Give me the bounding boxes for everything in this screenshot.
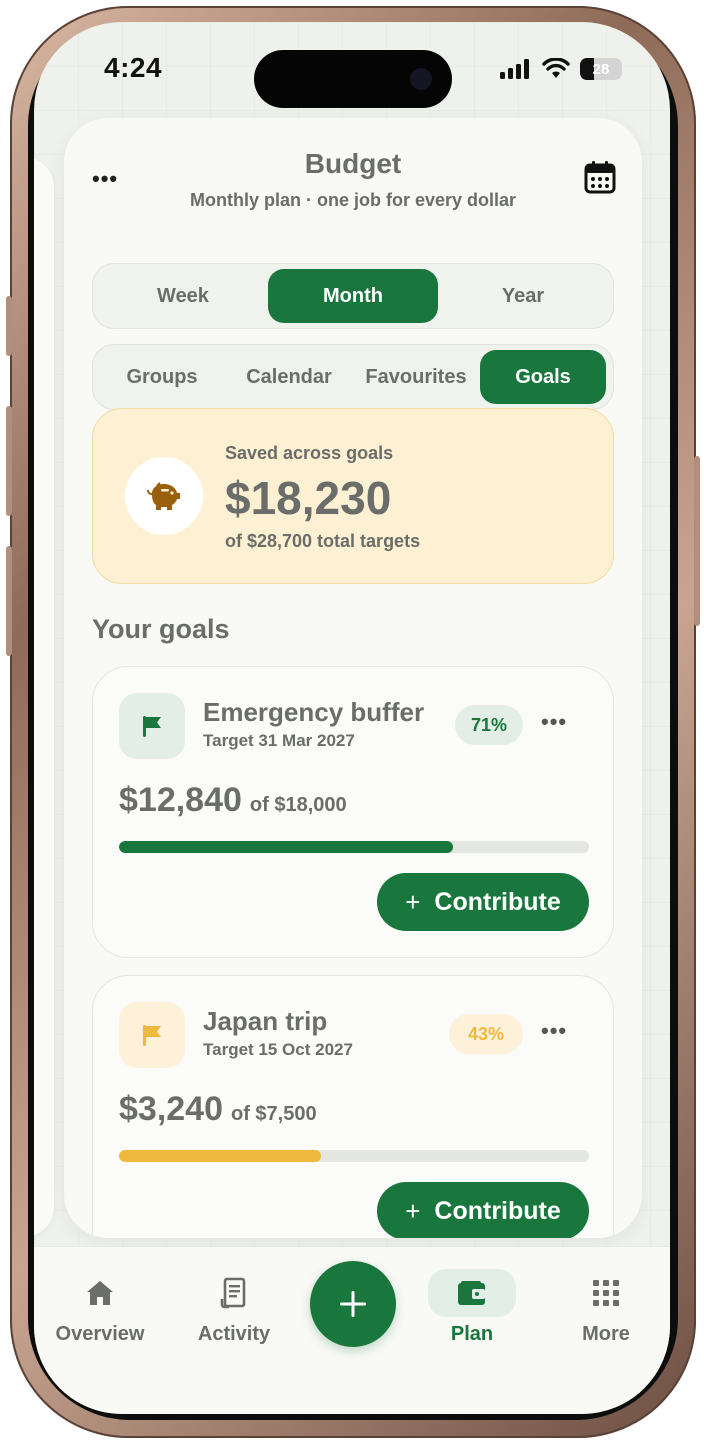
home-icon [56,1269,144,1317]
tab-calendar[interactable]: Calendar [226,350,352,404]
previous-sheet-edge [34,157,54,1237]
tab-groups[interactable]: Groups [98,350,226,404]
tab-more[interactable]: More [546,1269,666,1346]
goal-name: Emergency buffer [203,697,425,727]
screen: 4:24 28 ••• Budget Monthly plan · one jo… [34,22,670,1414]
signal-icon [500,59,529,79]
plus-icon [340,1291,366,1317]
flag-icon [119,1002,185,1068]
tab-week[interactable]: Week [98,269,268,323]
summary-amount: $18,230 [225,472,392,524]
summary-label: Saved across goals [225,443,394,463]
volume-up-button [6,406,12,516]
tab-label: More [582,1323,630,1345]
wallet-icon [428,1269,516,1317]
goal-target-date: Target 15 Oct 2027 [203,1040,353,1059]
contribute-button[interactable]: + Contribute [377,1182,589,1238]
goal-menu-icon[interactable]: ••• [541,1018,567,1044]
add-transaction-button[interactable] [310,1261,396,1347]
section-title: Your goals [92,614,230,644]
camera-icon [410,68,432,90]
goal-saved-amount: $12,840 [119,781,242,819]
contribute-label: Contribute [434,1196,561,1225]
goal-name: Japan trip [203,1006,328,1036]
goal-menu-icon[interactable]: ••• [541,709,567,735]
silent-switch [6,296,12,356]
plus-icon: + [405,1195,421,1226]
goal-progress-bar [119,1150,589,1162]
plus-icon: + [405,886,421,917]
tab-label: Activity [197,1323,271,1345]
status-time: 4:24 [104,52,163,83]
goal-card[interactable]: Emergency buffer Target 31 Mar 2027 71% … [92,666,614,958]
savings-summary-card: Saved across goals $18,230 of $28,700 to… [92,408,614,584]
wifi-icon [542,58,570,78]
period-segmented-control: Week Month Year [92,263,614,329]
goal-target-amount: of $18,000 [249,794,347,816]
tab-favourites[interactable]: Favourites [352,350,480,404]
goal-percent-badge: 43% [449,1014,523,1054]
bottom-tab-bar: Overview Activity Plan More [34,1246,670,1414]
goal-saved-amount: $3,240 [119,1090,223,1128]
receipt-icon [190,1269,278,1317]
grid-icon [562,1269,650,1317]
power-button [694,456,700,626]
goal-progress-fill [119,841,453,853]
calendar-icon[interactable] [584,160,616,199]
goal-target-amount: of $7,500 [231,1103,317,1125]
tab-activity[interactable]: Activity [174,1269,294,1346]
contribute-label: Contribute [434,887,561,916]
battery-icon: 28 [580,58,622,80]
goal-amount: $3,240 of $7,500 [119,1090,317,1129]
goal-amount: $12,840 of $18,000 [119,781,347,820]
goal-progress-bar [119,841,589,853]
goal-progress-fill [119,1150,322,1162]
tab-month[interactable]: Month [268,269,438,323]
budget-sheet: ••• Budget Monthly plan · one job for ev… [64,118,642,1238]
tab-label: Overview [55,1323,145,1345]
goal-target-date: Target 31 Mar 2027 [203,731,355,750]
page-title: Budget [304,148,402,179]
goal-card[interactable]: Japan trip Target 15 Oct 2027 43% ••• $3… [92,975,614,1238]
tab-year[interactable]: Year [438,269,608,323]
status-icons: 28 [500,58,622,80]
page-subtitle: Monthly plan · one job for every dollar [189,190,517,210]
tab-overview[interactable]: Overview [40,1269,160,1346]
tab-plan[interactable]: Plan [412,1269,532,1346]
dynamic-island [254,50,452,108]
tab-label: Plan [450,1323,494,1345]
piggy-bank-icon [125,457,203,535]
contribute-button[interactable]: + Contribute [377,873,589,931]
summary-total: of $28,700 total targets [225,531,421,551]
view-segmented-control: Groups Calendar Favourites Goals [92,344,614,410]
volume-down-button [6,546,12,656]
goal-percent-badge: 71% [455,705,523,745]
tab-goals[interactable]: Goals [480,350,606,404]
flag-icon [119,693,185,759]
battery-level: 28 [592,60,610,78]
